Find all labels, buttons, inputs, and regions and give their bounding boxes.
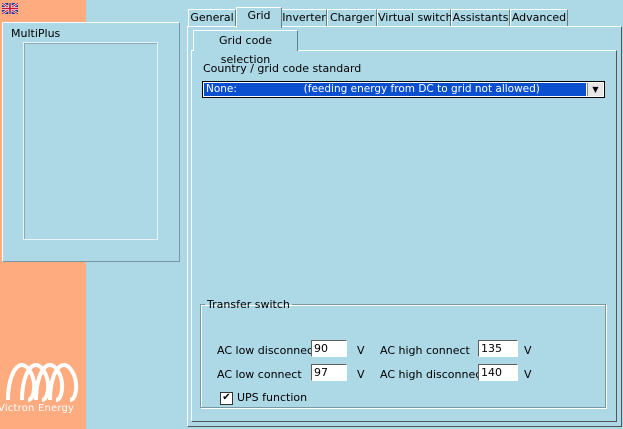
grid-code-panel: Country / grid code standard None: (feed… bbox=[191, 50, 617, 422]
ups-function-checkbox[interactable]: ✔ bbox=[220, 392, 233, 405]
ac-low-disconnect-input[interactable]: 90 bbox=[311, 340, 347, 357]
tab-advanced[interactable]: Advanced bbox=[510, 9, 568, 27]
ac-high-connect-label: AC high connect bbox=[380, 344, 470, 357]
ac-low-connect-input[interactable]: 97 bbox=[311, 364, 347, 381]
tab-virtual-switch[interactable]: Virtual switch bbox=[377, 9, 453, 27]
grid-page: Grid code selection Country / grid code … bbox=[187, 26, 622, 427]
chevron-down-icon[interactable]: ▼ bbox=[587, 83, 603, 96]
country-select[interactable]: None: (feeding energy from DC to grid no… bbox=[202, 81, 605, 98]
ac-high-disconnect-unit: V bbox=[524, 368, 532, 381]
tab-general[interactable]: General bbox=[188, 9, 236, 27]
ac-low-disconnect-label: AC low disconnect bbox=[217, 344, 318, 357]
device-image-frame bbox=[23, 42, 158, 240]
ac-low-disconnect-unit: V bbox=[357, 344, 365, 357]
tab-inverter[interactable]: Inverter bbox=[281, 9, 327, 27]
ac-low-connect-label: AC low connect bbox=[217, 368, 302, 381]
ac-high-disconnect-label: AC high disconnect bbox=[380, 368, 486, 381]
uk-flag-icon[interactable] bbox=[2, 3, 18, 14]
country-select-value: None: (feeding energy from DC to grid no… bbox=[204, 83, 586, 96]
tab-charger[interactable]: Charger bbox=[327, 9, 377, 27]
brand-name: Victron Energy bbox=[0, 403, 75, 414]
ac-high-connect-input[interactable]: 135 bbox=[478, 340, 518, 357]
tab-assistants[interactable]: Assistants bbox=[451, 9, 510, 27]
transfer-switch-title: Transfer switch bbox=[207, 298, 290, 311]
tab-grid[interactable]: Grid bbox=[236, 7, 282, 28]
tab-grid-code-selection[interactable]: Grid code selection bbox=[193, 30, 298, 66]
ac-high-connect-unit: V bbox=[524, 344, 532, 357]
ac-high-disconnect-input[interactable]: 140 bbox=[478, 364, 518, 381]
ac-low-connect-unit: V bbox=[357, 368, 365, 381]
device-panel: MultiPlus bbox=[2, 22, 180, 262]
transfer-switch-group: Transfer switch AC low disconnect 90 V A… bbox=[200, 298, 606, 408]
ups-function-label: UPS function bbox=[237, 391, 308, 404]
device-title: MultiPlus bbox=[11, 27, 61, 40]
